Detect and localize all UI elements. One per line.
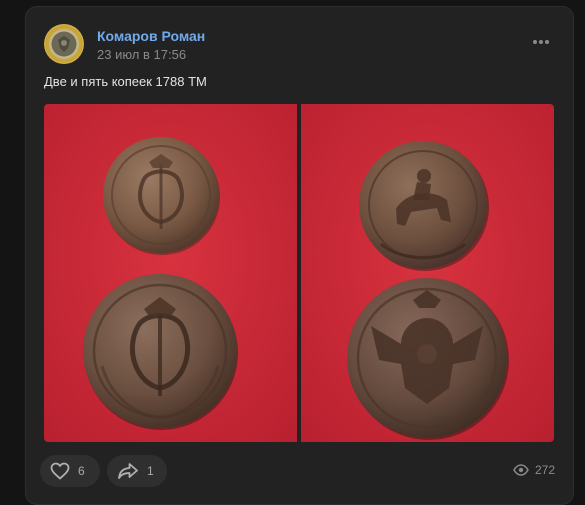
post-header: Комаров Роман 23 июл в 17:56: [44, 24, 555, 68]
eye-icon: [513, 464, 529, 476]
more-horizontal-icon: [533, 40, 549, 44]
coin-obverse-monogram-photo[interactable]: [44, 104, 297, 442]
share-button[interactable]: 1: [107, 455, 167, 487]
likes-count: 6: [78, 464, 85, 478]
author-name[interactable]: Комаров Роман: [97, 28, 205, 44]
post-date[interactable]: 23 июл в 17:56: [97, 47, 186, 62]
like-button[interactable]: 6: [40, 455, 100, 487]
coin-reverse-eagle-photo[interactable]: [301, 104, 554, 442]
views-count: 272: [534, 463, 555, 477]
avatar-coin-image: [45, 25, 83, 63]
post-text: Две и пять копеек 1788 ТМ: [44, 74, 207, 89]
share-arrow-icon: [118, 463, 138, 479]
heart-icon: [50, 462, 70, 480]
views-counter: 272: [513, 463, 555, 477]
page: Комаров Роман 23 июл в 17:56 Две и пять …: [0, 0, 585, 505]
avatar[interactable]: [44, 24, 84, 64]
post-card: Комаров Роман 23 июл в 17:56 Две и пять …: [25, 6, 574, 505]
post-footer: 6 1 272: [40, 455, 555, 489]
more-button[interactable]: [527, 30, 555, 54]
shares-count: 1: [147, 464, 154, 478]
